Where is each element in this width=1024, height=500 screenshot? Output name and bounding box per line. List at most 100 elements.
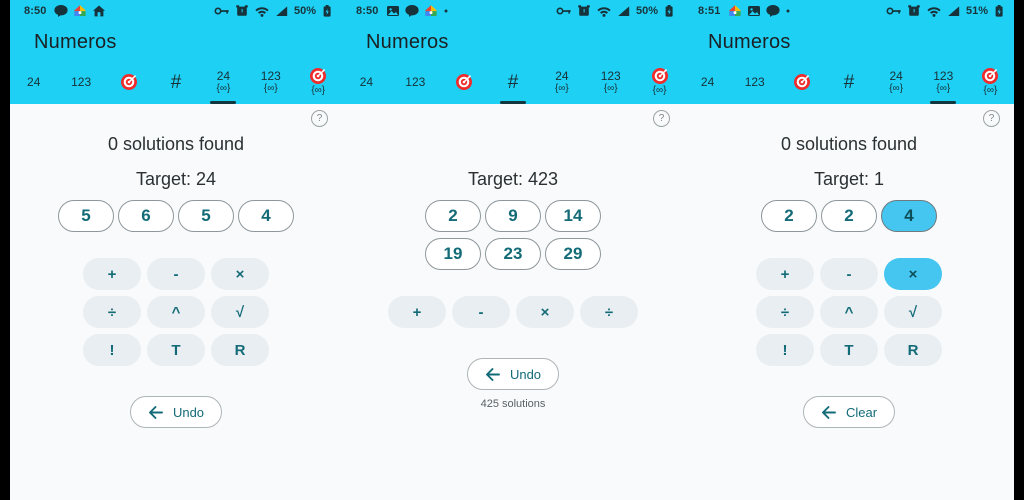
operator-button[interactable]: R [884,334,942,366]
tab-sublabel: {∞} [889,82,904,94]
wifi-icon [254,4,270,18]
number-chip[interactable]: 4 [881,200,937,232]
number-chip[interactable]: 6 [118,200,174,232]
tab-24-infinite[interactable]: 24 {∞} [873,62,920,104]
wifi-icon [926,4,942,18]
tab-123-infinite[interactable]: 123 {∞} [247,62,294,104]
app-title: Numeros [34,30,117,53]
solutions-found-label: 0 solutions found [780,134,918,154]
tab-target-infinite[interactable]: {∞} [635,62,684,104]
solution-count-note: 425 solutions [480,398,546,410]
number-chip[interactable]: 4 [238,200,294,232]
number-chip[interactable]: 29 [545,238,601,270]
operator-button[interactable]: ! [83,334,141,366]
undo-button[interactable]: Undo [467,358,559,390]
google-home-icon [728,4,742,18]
help-icon[interactable]: ? [311,110,328,127]
tab-target[interactable] [105,62,152,104]
battery-icon [994,4,1004,18]
action-area: Clear [684,366,1014,428]
tab-label: # [170,71,182,93]
operator-button[interactable]: × [211,258,269,290]
operator-button[interactable]: + [83,258,141,290]
number-chip[interactable]: 19 [425,238,481,270]
tab-123-infinite[interactable]: 123 {∞} [586,62,635,104]
status-right: 50% [214,4,332,18]
status-right: 50% [556,4,674,18]
operator-button[interactable]: + [388,296,446,328]
clear-button[interactable]: Clear [803,396,895,428]
operator-button[interactable]: ^ [147,296,205,328]
tab-target-infinite[interactable]: {∞} [967,62,1014,104]
vpn-key-icon [886,4,902,18]
operator-button[interactable]: ÷ [756,296,814,328]
operator-button[interactable]: √ [884,296,942,328]
tab-hash[interactable]: # [489,62,538,104]
operator-button[interactable]: ÷ [83,296,141,328]
alarm-icon [907,4,921,18]
tab-target[interactable] [778,62,825,104]
home-icon [92,4,106,18]
operator-button[interactable]: R [211,334,269,366]
app-title: Numeros [708,30,791,53]
status-right: 51% [886,4,1004,18]
tab-sublabel: {∞} [216,82,231,94]
operator-button[interactable]: - [452,296,510,328]
operator-button[interactable]: ÷ [580,296,638,328]
operator-button[interactable]: ! [756,334,814,366]
tab-24-infinite[interactable]: 24 {∞} [200,62,247,104]
help-icon[interactable]: ? [983,110,1000,127]
operator-button[interactable]: × [884,258,942,290]
target-icon [793,73,811,91]
help-icon[interactable]: ? [653,110,670,127]
tab-24-infinite[interactable]: 24 {∞} [537,62,586,104]
tab-123-infinite[interactable]: 123 {∞} [920,62,967,104]
tab-sublabel: {∞} [603,82,618,94]
operator-row: ! T R [83,334,269,366]
tab-123[interactable]: 123 [57,62,104,104]
operator-button[interactable]: + [756,258,814,290]
tab-hash[interactable]: # [825,62,872,104]
tab-24[interactable]: 24 [684,62,731,104]
operator-button[interactable]: - [820,258,878,290]
tab-sublabel: {∞} [263,82,278,94]
app-bar: Numeros [342,22,684,62]
number-chip[interactable]: 5 [58,200,114,232]
tab-target[interactable] [440,62,489,104]
back-arrow-icon [148,405,164,420]
tab-123[interactable]: 123 [391,62,440,104]
dot-icon [785,4,791,18]
app-bar: Numeros [10,22,342,62]
action-button-label: Clear [845,404,878,420]
back-arrow-icon [821,405,837,420]
number-chip[interactable]: 9 [485,200,541,232]
tab-24[interactable]: 24 [342,62,391,104]
tab-123[interactable]: 123 [731,62,778,104]
tab-label: 123 [744,74,765,89]
tab-label: 123 [71,74,92,89]
number-chip[interactable]: 2 [425,200,481,232]
signal-icon [947,4,960,18]
operator-button[interactable]: - [147,258,205,290]
vpn-key-icon [214,4,230,18]
google-home-icon [73,4,87,18]
operator-button[interactable]: T [147,334,205,366]
operator-button[interactable]: √ [211,296,269,328]
number-chip[interactable]: 2 [821,200,877,232]
tab-hash[interactable]: # [152,62,199,104]
number-chip[interactable]: 5 [178,200,234,232]
operator-button[interactable]: × [516,296,574,328]
panel-1: 8:50 50% Numeros 24 123 #24 {∞} 123 {∞} {∞}? 0 sol… [10,0,342,500]
operator-button[interactable]: T [820,334,878,366]
tab-target-infinite[interactable]: {∞} [295,62,342,104]
battery-percent-label: 50% [293,5,316,17]
operator-button[interactable]: ^ [820,296,878,328]
undo-button[interactable]: Undo [130,396,222,428]
dot-icon [443,4,449,18]
panel-container: 8:50 50% Numeros 24 123 #24 {∞} 123 {∞} {∞}? 0 sol… [10,0,1014,500]
tab-24[interactable]: 24 [10,62,57,104]
number-chip[interactable]: 14 [545,200,601,232]
number-chip[interactable]: 2 [761,200,817,232]
operator-row: + - × ÷ [388,296,638,328]
number-chip[interactable]: 23 [485,238,541,270]
